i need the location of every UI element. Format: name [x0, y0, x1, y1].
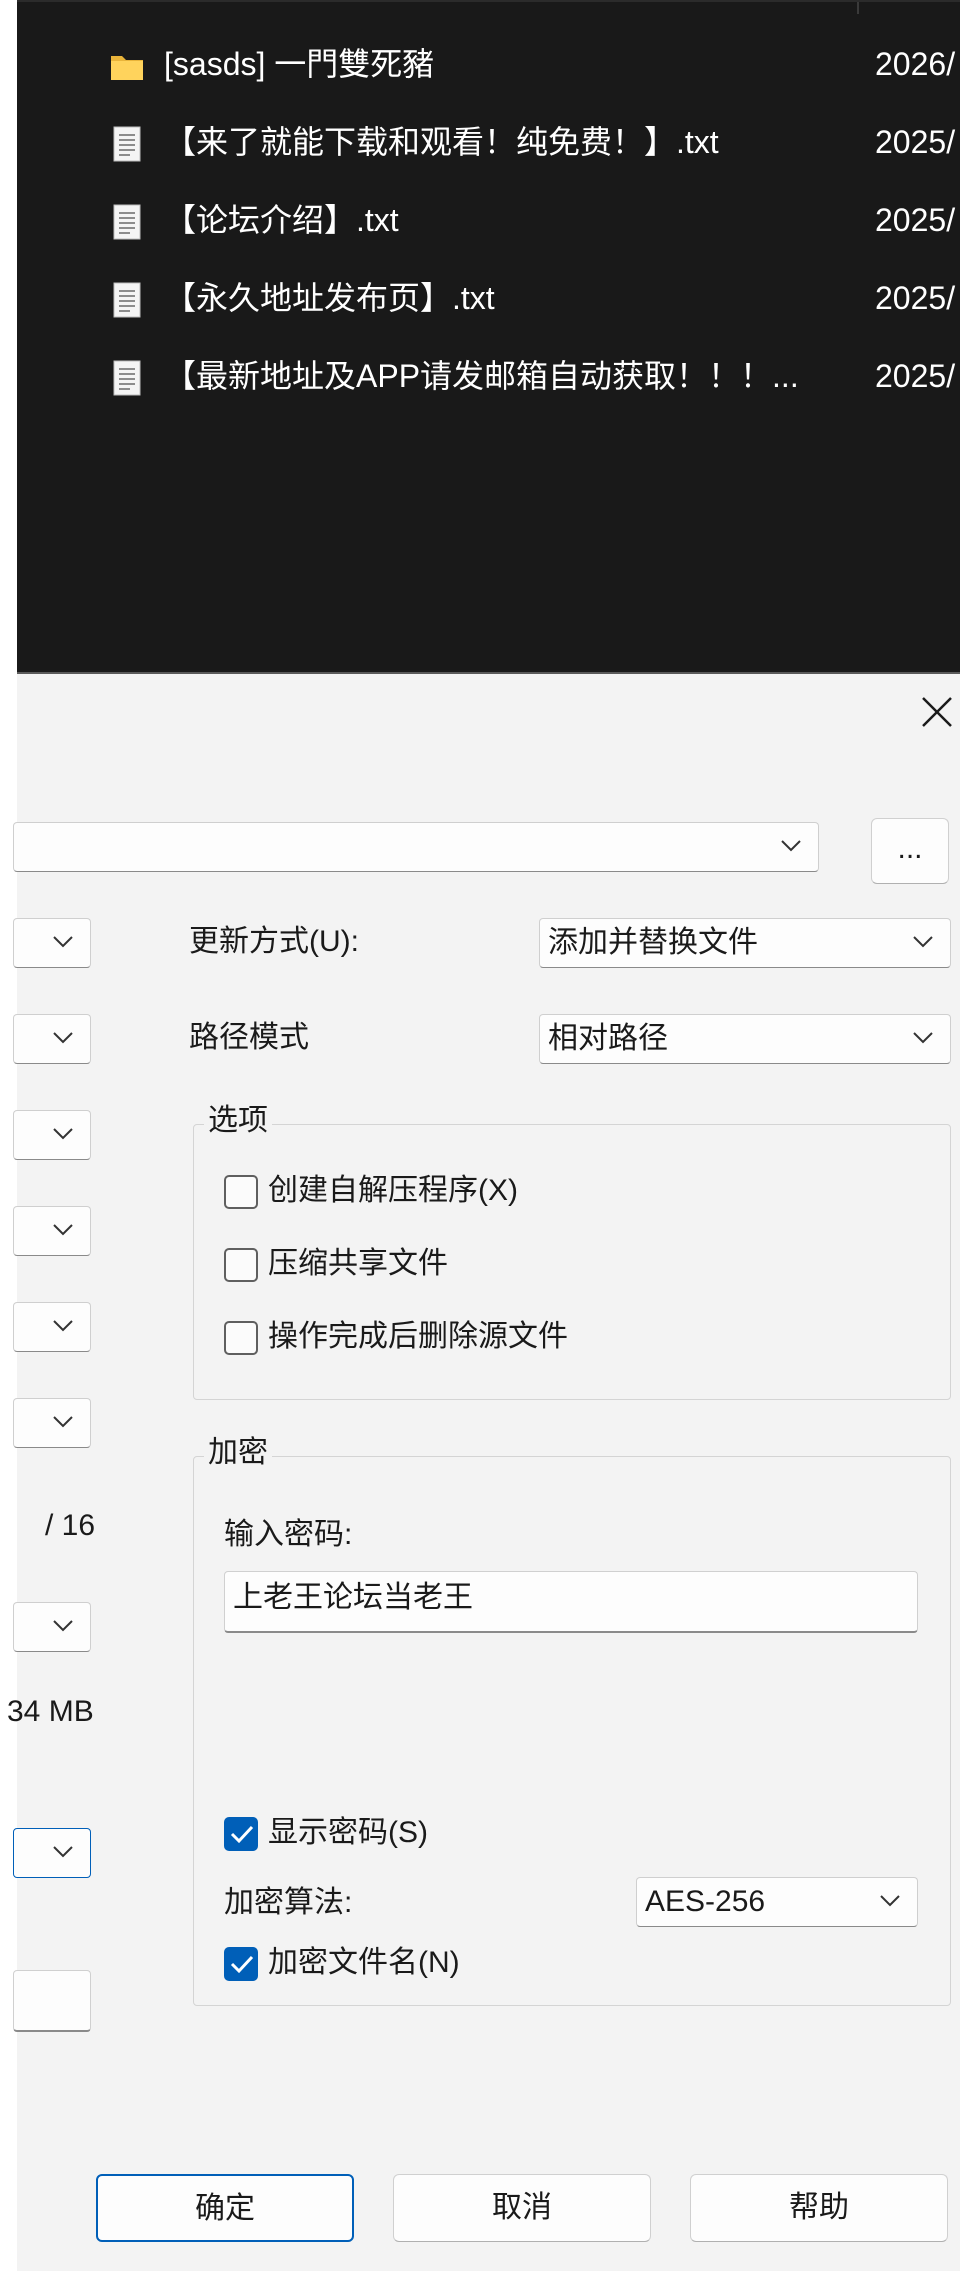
file-name: 【永久地址发布页】.txt	[164, 280, 495, 316]
password-value: 上老王论坛当老王	[233, 1581, 473, 1614]
encryption-method-label: 加密算法:	[224, 1886, 353, 1919]
text-file-icon	[113, 204, 141, 240]
folder-icon	[111, 56, 143, 80]
chevron-down-icon	[53, 1032, 73, 1044]
chevron-down-icon	[53, 936, 73, 948]
file-name: 【最新地址及APP请发邮箱自动获取！！！...	[164, 358, 799, 394]
password-label: 输入密码:	[224, 1518, 353, 1551]
compress-shared-files-label: 压缩共享文件	[268, 1247, 448, 1280]
delete-after-archiving-checkbox[interactable]	[224, 1321, 258, 1355]
close-icon[interactable]	[917, 692, 957, 732]
threads-combo[interactable]	[13, 1602, 91, 1652]
chevron-down-icon	[53, 1320, 73, 1332]
chevron-down-icon	[913, 1032, 933, 1044]
create-sfx-label: 创建自解压程序(X)	[268, 1174, 518, 1207]
compression-level-combo[interactable]	[13, 1014, 91, 1064]
format-combo[interactable]	[13, 918, 91, 968]
options-group: 选项 创建自解压程序(X) 压缩共享文件 操作完成后删除源文件	[193, 1103, 951, 1400]
show-password-label: 显示密码(S)	[268, 1816, 428, 1849]
file-date: 2025/	[875, 280, 956, 316]
help-button[interactable]: 帮助	[690, 2174, 948, 2242]
dictionary-size-combo[interactable]	[13, 1206, 91, 1256]
threads-suffix: / 16	[45, 1509, 96, 1542]
chevron-down-icon	[53, 1846, 73, 1858]
encrypt-file-names-label: 加密文件名(N)	[268, 1946, 460, 1979]
chevron-down-icon	[880, 1895, 900, 1907]
chevron-down-icon	[913, 936, 933, 948]
password-input[interactable]: 上老王论坛当老王	[224, 1571, 918, 1633]
browse-button[interactable]: ...	[871, 818, 949, 884]
file-date: 2025/	[875, 202, 956, 238]
column-divider[interactable]	[857, 2, 859, 14]
archive-path-combo[interactable]	[13, 822, 819, 872]
path-mode-label: 路径模式	[189, 1021, 309, 1054]
encryption-group-title: 加密	[204, 1435, 272, 1471]
text-file-icon	[113, 282, 141, 318]
archive-settings-dialog: ... / 16 34 MB 更新方式(U): 添加并替换文件 路径模式 相对路…	[7, 672, 960, 2271]
parameters-input[interactable]	[13, 1970, 91, 2032]
ok-button[interactable]: 确定	[96, 2174, 354, 2242]
chevron-down-icon	[781, 840, 801, 852]
encryption-group: 加密 输入密码: 上老王论坛当老王 显示密码(S) 加密算法: AES-256 …	[193, 1435, 951, 2006]
chevron-down-icon	[53, 1224, 73, 1236]
memory-usage-value: 34 MB	[7, 1695, 94, 1728]
options-group-title: 选项	[204, 1103, 272, 1139]
file-name: [sasds] 一門雙死豬	[164, 46, 435, 82]
encryption-method-select[interactable]: AES-256	[636, 1877, 918, 1927]
file-date: 2026/	[875, 46, 956, 82]
file-name: 【论坛介绍】.txt	[164, 202, 399, 238]
file-date: 2025/	[875, 358, 956, 394]
cancel-button[interactable]: 取消	[393, 2174, 651, 2242]
split-volumes-combo[interactable]	[13, 1828, 91, 1878]
encryption-method-value: AES-256	[645, 1885, 766, 1918]
file-date: 2025/	[875, 124, 956, 160]
chevron-down-icon	[53, 1416, 73, 1428]
file-row[interactable]: 【最新地址及APP请发邮箱自动获取！！！... 2025/	[17, 342, 960, 412]
file-name: 【来了就能下载和观看！纯免费！】.txt	[164, 124, 719, 160]
screen: [sasds] 一門雙死豬 2026/ 【来了就能下载和观看！纯免费！】.txt…	[0, 0, 960, 2271]
text-file-icon	[113, 360, 141, 396]
update-mode-value: 添加并替换文件	[548, 926, 758, 959]
file-row-folder[interactable]: [sasds] 一門雙死豬 2026/	[17, 30, 960, 100]
checkmark-icon	[230, 1825, 254, 1844]
file-row[interactable]: 【来了就能下载和观看！纯免费！】.txt 2025/	[17, 108, 960, 178]
file-row[interactable]: 【论坛介绍】.txt 2025/	[17, 186, 960, 256]
path-mode-value: 相对路径	[548, 1022, 668, 1055]
chevron-down-icon	[53, 1128, 73, 1140]
compress-shared-files-checkbox[interactable]	[224, 1248, 258, 1282]
word-size-combo[interactable]	[13, 1302, 91, 1352]
checkmark-icon	[230, 1955, 254, 1974]
delete-after-archiving-label: 操作完成后删除源文件	[268, 1320, 568, 1353]
compression-method-combo[interactable]	[13, 1110, 91, 1160]
path-mode-select[interactable]: 相对路径	[539, 1014, 951, 1064]
encrypt-file-names-checkbox[interactable]	[224, 1947, 258, 1981]
update-mode-label: 更新方式(U):	[189, 925, 359, 958]
file-row[interactable]: 【永久地址发布页】.txt 2025/	[17, 264, 960, 334]
text-file-icon	[113, 126, 141, 162]
file-explorer-list: [sasds] 一門雙死豬 2026/ 【来了就能下载和观看！纯免费！】.txt…	[17, 0, 960, 672]
show-password-checkbox[interactable]	[224, 1817, 258, 1851]
create-sfx-checkbox[interactable]	[224, 1175, 258, 1209]
solid-block-combo[interactable]	[13, 1398, 91, 1448]
chevron-down-icon	[53, 1620, 73, 1632]
update-mode-select[interactable]: 添加并替换文件	[539, 918, 951, 968]
